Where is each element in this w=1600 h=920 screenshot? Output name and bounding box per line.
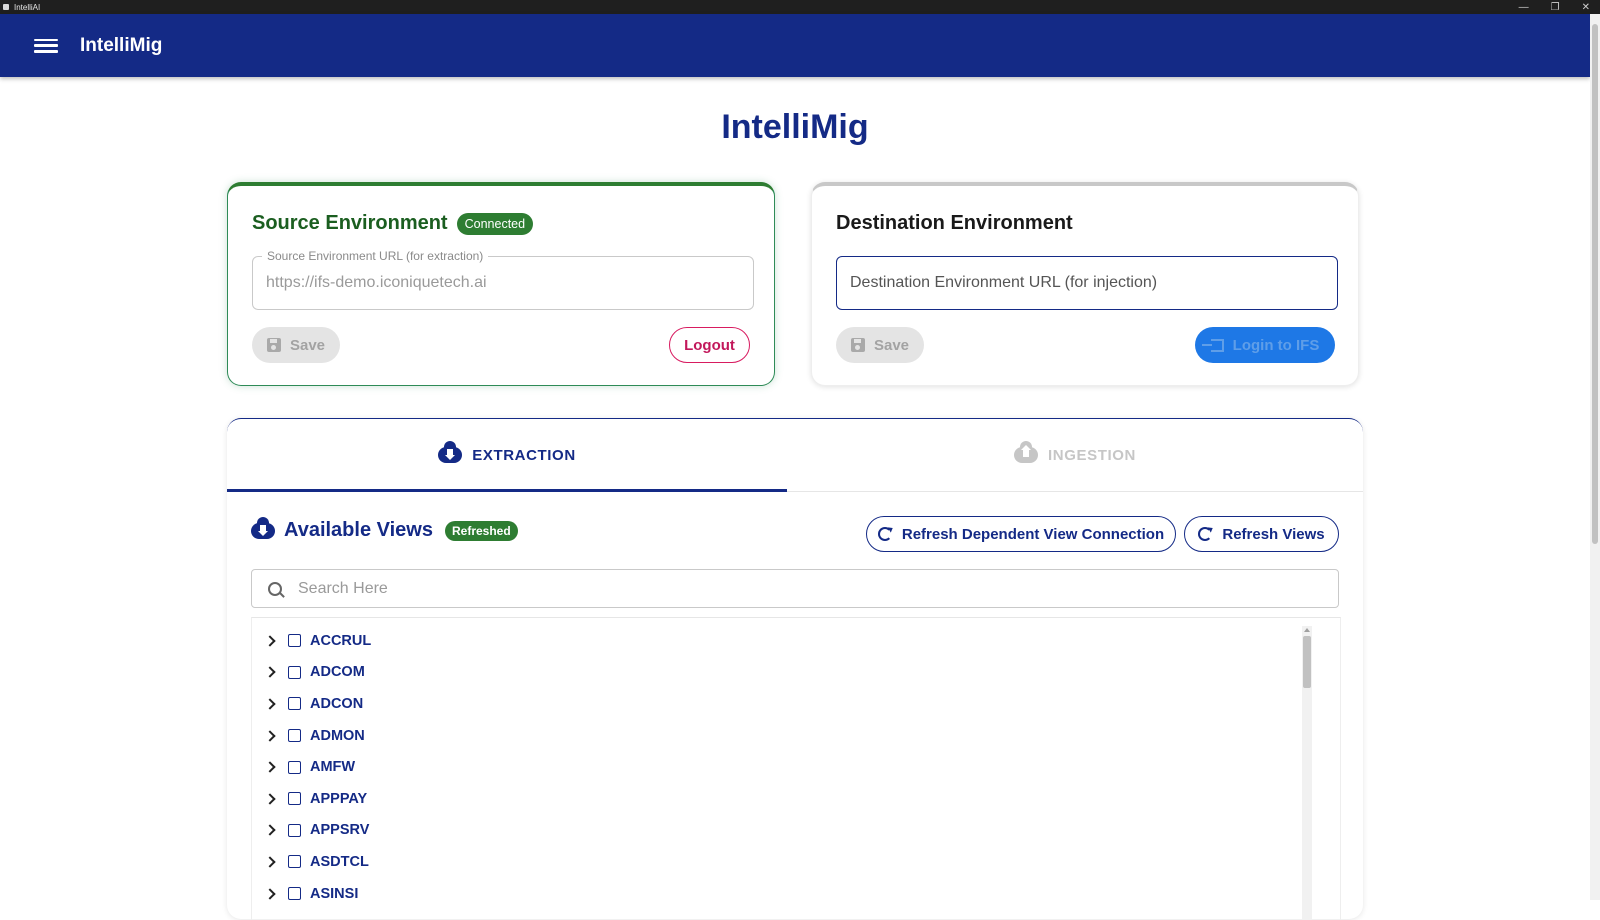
source-url-label: Source Environment URL (for extraction) — [262, 249, 489, 263]
chevron-right-icon[interactable] — [264, 761, 276, 773]
chevron-right-icon[interactable] — [264, 729, 276, 742]
checkbox[interactable] — [288, 887, 301, 901]
dest-url-field[interactable]: Destination Environment URL (for injecti… — [836, 256, 1338, 310]
login-label: Login to IFS — [1232, 336, 1320, 354]
view-name: ASDTCL — [310, 853, 369, 870]
search-box — [251, 569, 1339, 608]
views-list: ACCRUL ADCOM ADCON ADMON AMFW APPPAY APP… — [251, 617, 1341, 920]
window-controls: — ❐ ✕ — [1519, 2, 1590, 13]
list-item[interactable]: APPSRV — [252, 815, 1340, 847]
source-save-label: Save — [289, 336, 326, 354]
tab-ingestion[interactable]: INGESTION — [787, 419, 1363, 491]
view-name: ACCRUL — [310, 632, 372, 649]
checkbox[interactable] — [288, 634, 301, 648]
source-url-value: https://ifs-demo.iconiquetech.ai — [266, 274, 487, 291]
cloud-download-icon — [438, 441, 463, 463]
chevron-right-icon[interactable] — [264, 635, 276, 647]
tab-extraction[interactable]: EXTRACTION — [227, 419, 787, 492]
chevron-right-icon[interactable] — [264, 698, 276, 710]
scrollbar-thumb[interactable] — [1592, 24, 1598, 544]
refresh-icon — [877, 527, 892, 541]
minimize-icon[interactable]: — — [1519, 2, 1529, 13]
dest-card-title: Destination Environment — [836, 212, 1073, 234]
logout-button[interactable]: Logout — [669, 327, 750, 363]
login-to-ifs-button[interactable]: Login to IFS — [1195, 327, 1335, 363]
checkbox[interactable] — [288, 823, 301, 837]
refresh-views-button[interactable]: Refresh Views — [1184, 516, 1339, 552]
refresh-views-label: Refresh Views — [1222, 525, 1325, 543]
search-input[interactable] — [296, 578, 1300, 599]
tab-bar: EXTRACTION INGESTION — [227, 419, 1363, 492]
refresh-dependent-view-connection-button[interactable]: Refresh Dependent View Connection — [866, 516, 1176, 552]
available-views-title: Available Views — [284, 519, 433, 541]
list-item[interactable]: ADCOM — [252, 657, 1340, 689]
dest-card-header: Destination Environment — [836, 212, 1073, 235]
list-scrollbar[interactable] — [1302, 626, 1312, 920]
view-name: ADMON — [310, 727, 365, 744]
source-url-field[interactable]: Source Environment URL (for extraction) … — [252, 249, 754, 310]
app-bar: IntelliMig — [0, 14, 1590, 77]
chevron-right-icon[interactable] — [264, 793, 276, 805]
chevron-right-icon[interactable] — [264, 856, 276, 868]
refresh-icon — [1198, 527, 1213, 541]
available-views-header: Available Views Refreshed — [251, 516, 518, 542]
chevron-right-icon[interactable] — [264, 824, 276, 837]
view-name: APPPAY — [310, 790, 368, 807]
source-card-header: Source Environment Connected — [252, 212, 534, 235]
app-title: IntelliMig — [80, 34, 163, 56]
dest-save-button[interactable]: Save — [836, 327, 924, 363]
checkbox[interactable] — [288, 792, 301, 806]
app-icon — [3, 4, 9, 10]
view-name: ADCON — [310, 695, 364, 712]
connected-status-badge: Connected — [456, 212, 534, 235]
chevron-right-icon[interactable] — [264, 666, 276, 679]
page-scrollbar[interactable] — [1590, 14, 1600, 900]
cloud-upload-icon — [1014, 441, 1039, 463]
save-icon — [266, 338, 281, 352]
source-card-title: Source Environment — [252, 212, 448, 234]
window-title: IntelliAI — [14, 2, 41, 12]
view-name: APPSRV — [310, 822, 370, 839]
list-item[interactable]: APPPAY — [252, 783, 1340, 815]
list-item[interactable]: ADCON — [252, 688, 1340, 720]
refresh-dependent-label: Refresh Dependent View Connection — [901, 525, 1165, 543]
hamburger-menu-icon[interactable] — [34, 37, 58, 55]
view-name: ADCOM — [310, 664, 365, 681]
dest-save-label: Save — [873, 336, 910, 354]
checkbox[interactable] — [288, 697, 301, 711]
tab-extraction-label: EXTRACTION — [472, 446, 576, 464]
destination-environment-card: Destination Environment Destination Envi… — [811, 182, 1359, 386]
os-title-bar: IntelliAI — ❐ ✕ — [0, 0, 1600, 14]
source-environment-card: Source Environment Connected Source Envi… — [227, 182, 775, 386]
list-item[interactable]: ASINSI — [252, 878, 1340, 910]
cloud-download-icon — [251, 516, 275, 539]
page-title: IntelliMig — [721, 108, 869, 146]
source-save-button[interactable]: Save — [252, 327, 340, 363]
checkbox[interactable] — [288, 760, 301, 774]
list-item[interactable]: ASDTCL — [252, 846, 1340, 878]
checkbox[interactable] — [288, 665, 301, 679]
dest-url-placeholder: Destination Environment URL (for injecti… — [850, 274, 1158, 291]
restore-icon[interactable]: ❐ — [1551, 2, 1560, 13]
list-scrollbar-thumb[interactable] — [1303, 636, 1311, 688]
view-name: AMFW — [310, 759, 356, 776]
scroll-up-icon[interactable] — [1304, 628, 1310, 632]
checkbox[interactable] — [288, 855, 301, 869]
chevron-right-icon[interactable] — [264, 887, 276, 900]
list-item[interactable]: ADMON — [252, 720, 1340, 752]
checkbox[interactable] — [288, 729, 301, 743]
refreshed-status-badge: Refreshed — [444, 520, 518, 541]
login-icon — [1201, 338, 1224, 352]
list-item[interactable]: AMFW — [252, 751, 1340, 783]
view-name: ASINSI — [310, 885, 359, 902]
save-icon — [850, 338, 865, 352]
tabs-panel: EXTRACTION INGESTION Available Views Ref… — [227, 418, 1363, 920]
tab-ingestion-label: INGESTION — [1048, 446, 1136, 464]
search-icon — [268, 581, 282, 596]
list-item[interactable]: ACCRUL — [252, 625, 1340, 657]
close-icon[interactable]: ✕ — [1582, 2, 1590, 13]
